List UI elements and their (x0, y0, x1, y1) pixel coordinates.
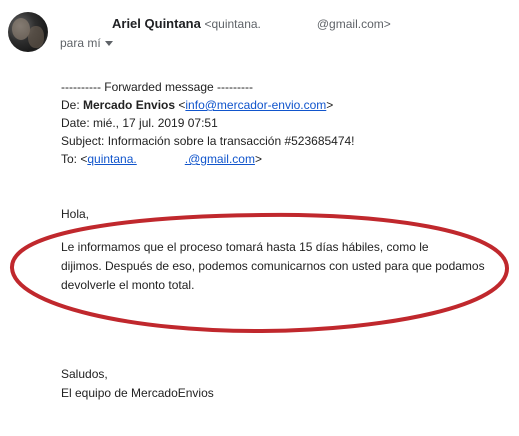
body-line: dijimos. Después de eso, podemos comunic… (61, 259, 485, 273)
from-name: Mercado Envios (83, 98, 176, 112)
recipient-label: para mí (60, 36, 101, 50)
forward-subject-line: Subject: Información sobre la transacció… (61, 134, 355, 148)
chevron-down-icon[interactable] (104, 41, 113, 47)
forward-date-line: Date: mié., 17 jul. 2019 07:51 (61, 116, 218, 130)
avatar-photo-detail (28, 26, 44, 48)
forward-from-line: De: Mercado Envios <info@mercador-envio.… (61, 98, 333, 112)
from-email-link[interactable]: info@mercador-envio.com (185, 98, 326, 112)
body-line: devolverle el monto total. (61, 278, 195, 292)
recipient-details-toggle[interactable]: para mí (60, 36, 113, 50)
signature: El equipo de MercadoEnvios (61, 386, 214, 400)
forward-to-line: To: <quintana. .@gmail.com> (61, 152, 262, 166)
sender-line: Ariel Quintana <quintana. @gmail.com> (112, 16, 391, 31)
from-open: < (175, 98, 186, 112)
to-close: > (254, 152, 262, 166)
to-email-end: .@gmail.com (184, 152, 255, 166)
from-close: > (326, 98, 334, 112)
body-line: Le informamos que el proceso tomará hast… (61, 240, 429, 254)
closing: Saludos, (61, 367, 108, 381)
sender-email-start: <quintana. (204, 17, 261, 31)
sender-email-end: @gmail.com> (316, 17, 391, 31)
forwarded-header: ---------- Forwarded message --------- (61, 80, 253, 94)
from-label: De: (61, 98, 84, 112)
to-email-start: quintana. (87, 152, 137, 166)
to-label: To: < (61, 152, 88, 166)
to-email-link[interactable]: quintana. .@gmail.com (87, 152, 255, 166)
sender-name[interactable]: Ariel Quintana (112, 16, 201, 31)
greeting: Hola, (61, 207, 90, 221)
sender-avatar[interactable] (8, 12, 48, 52)
